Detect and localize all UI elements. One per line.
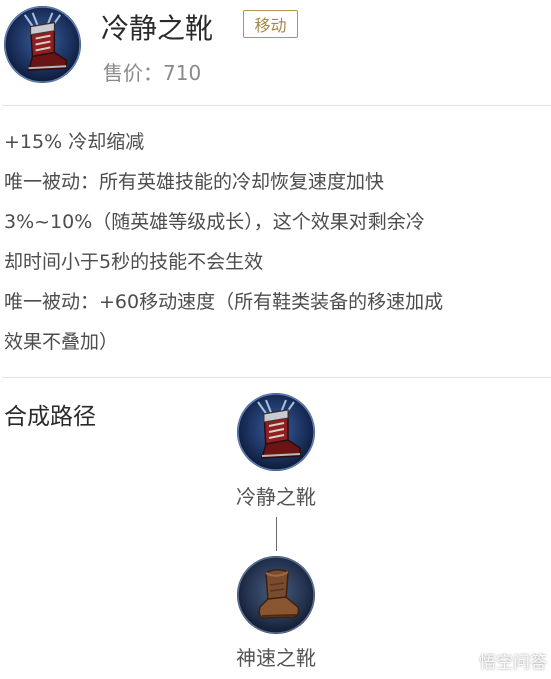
tree-node-label: 神速之靴 bbox=[236, 646, 316, 670]
synthesis-path-title: 合成路径 bbox=[4, 404, 96, 430]
item-title: 冷静之靴 bbox=[101, 12, 214, 45]
chat-bubble-icon bbox=[457, 653, 473, 668]
description-line: 效果不叠加） bbox=[4, 331, 119, 353]
description-line: 唯一被动：+60移动速度（所有鞋类装备的移速加成 bbox=[4, 291, 444, 313]
calm-boots-icon[interactable] bbox=[236, 392, 316, 472]
tree-node-label: 冷静之靴 bbox=[236, 485, 316, 509]
item-icon-calm-boots bbox=[3, 5, 82, 84]
description-line: 唯一被动：所有英雄技能的冷却恢复速度加快 bbox=[4, 171, 385, 193]
item-price: 售价：710 bbox=[103, 61, 202, 85]
description-line: 3%~10%（随英雄等级成长），这个效果对剩余冷 bbox=[4, 211, 425, 233]
tree-connector bbox=[276, 517, 277, 551]
watermark: 悟空问答 bbox=[455, 648, 547, 673]
divider bbox=[2, 377, 551, 378]
watermark-text: 悟空问答 bbox=[479, 653, 547, 673]
swift-boots-icon[interactable] bbox=[236, 555, 316, 635]
description-line: 却时间小于5秒的技能不会生效 bbox=[4, 251, 264, 273]
description-line: +15% 冷却缩减 bbox=[4, 131, 145, 153]
divider bbox=[2, 105, 551, 106]
item-category-badge: 移动 bbox=[243, 10, 298, 38]
